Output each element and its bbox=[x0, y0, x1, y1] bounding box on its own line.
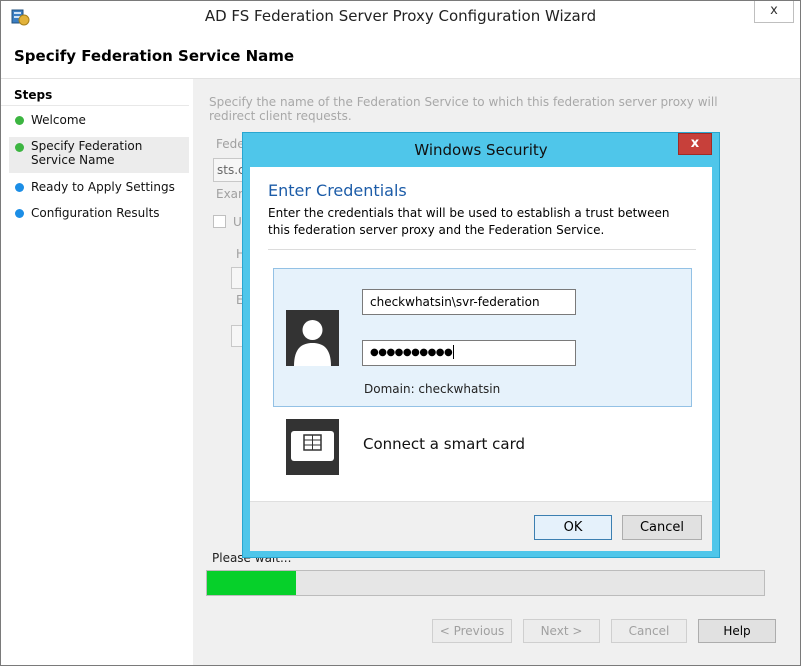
step-label: Ready to Apply Settings bbox=[31, 180, 175, 194]
page-description: Specify the name of the Federation Servi… bbox=[209, 95, 718, 123]
window-close-button[interactable]: x bbox=[754, 1, 794, 23]
text-cursor bbox=[453, 345, 455, 359]
use-proxy-label: U bbox=[233, 215, 242, 229]
page-title: Specify Federation Service Name bbox=[14, 47, 295, 65]
dialog-cancel-button[interactable]: Cancel bbox=[622, 515, 702, 540]
cancel-button[interactable]: Cancel bbox=[611, 619, 687, 643]
domain-label: Domain: checkwhatsin bbox=[364, 382, 501, 396]
user-avatar-icon bbox=[286, 310, 339, 366]
password-field[interactable]: ●●●●●●●●●● bbox=[362, 340, 576, 366]
windows-security-dialog: Windows Security x Enter Credentials Ent… bbox=[242, 132, 720, 558]
dialog-body: Enter Credentials Enter the credentials … bbox=[250, 167, 712, 551]
next-button[interactable]: Next > bbox=[523, 619, 600, 643]
credentials-heading: Enter Credentials bbox=[268, 181, 407, 200]
step-label: Configuration Results bbox=[31, 206, 160, 220]
status-pending-icon bbox=[15, 183, 24, 192]
dialog-footer: OK Cancel bbox=[250, 501, 712, 551]
username-field[interactable]: checkwhatsin\svr-federation bbox=[362, 289, 576, 315]
use-proxy-checkbox[interactable] bbox=[213, 215, 226, 228]
credential-tile[interactable]: checkwhatsin\svr-federation ●●●●●●●●●● D… bbox=[273, 268, 692, 407]
dialog-title: Windows Security bbox=[414, 141, 548, 159]
password-value: ●●●●●●●●●● bbox=[370, 347, 453, 358]
title-bar: AD FS Federation Server Proxy Configurat… bbox=[1, 1, 800, 33]
progress-fill bbox=[207, 571, 297, 595]
progress-bar bbox=[206, 570, 765, 596]
steps-panel: Steps Welcome Specify Federation Service… bbox=[1, 79, 193, 665]
previous-button[interactable]: < Previous bbox=[432, 619, 512, 643]
step-label: Welcome bbox=[31, 113, 86, 127]
credentials-description: Enter the credentials that will be used … bbox=[268, 206, 670, 237]
smart-card-label[interactable]: Connect a smart card bbox=[363, 435, 525, 453]
ok-button[interactable]: OK bbox=[534, 515, 612, 540]
dialog-separator bbox=[268, 249, 696, 250]
step-ready-to-apply-settings: Ready to Apply Settings bbox=[9, 180, 189, 194]
step-specify-federation-service-name: Specify Federation Service Name bbox=[9, 137, 189, 173]
status-complete-icon bbox=[15, 143, 24, 152]
dialog-close-button[interactable]: x bbox=[678, 133, 712, 155]
help-button[interactable]: Help bbox=[698, 619, 776, 643]
step-configuration-results: Configuration Results bbox=[9, 206, 189, 220]
status-complete-icon bbox=[15, 116, 24, 125]
step-label: Specify Federation Service Name bbox=[31, 139, 143, 167]
smart-card-icon[interactable] bbox=[286, 419, 339, 475]
status-pending-icon bbox=[15, 209, 24, 218]
steps-heading: Steps bbox=[14, 88, 53, 102]
page-header: Specify Federation Service Name bbox=[1, 33, 800, 79]
steps-divider bbox=[1, 105, 189, 106]
window-title: AD FS Federation Server Proxy Configurat… bbox=[204, 7, 597, 25]
step-welcome: Welcome bbox=[9, 113, 189, 127]
